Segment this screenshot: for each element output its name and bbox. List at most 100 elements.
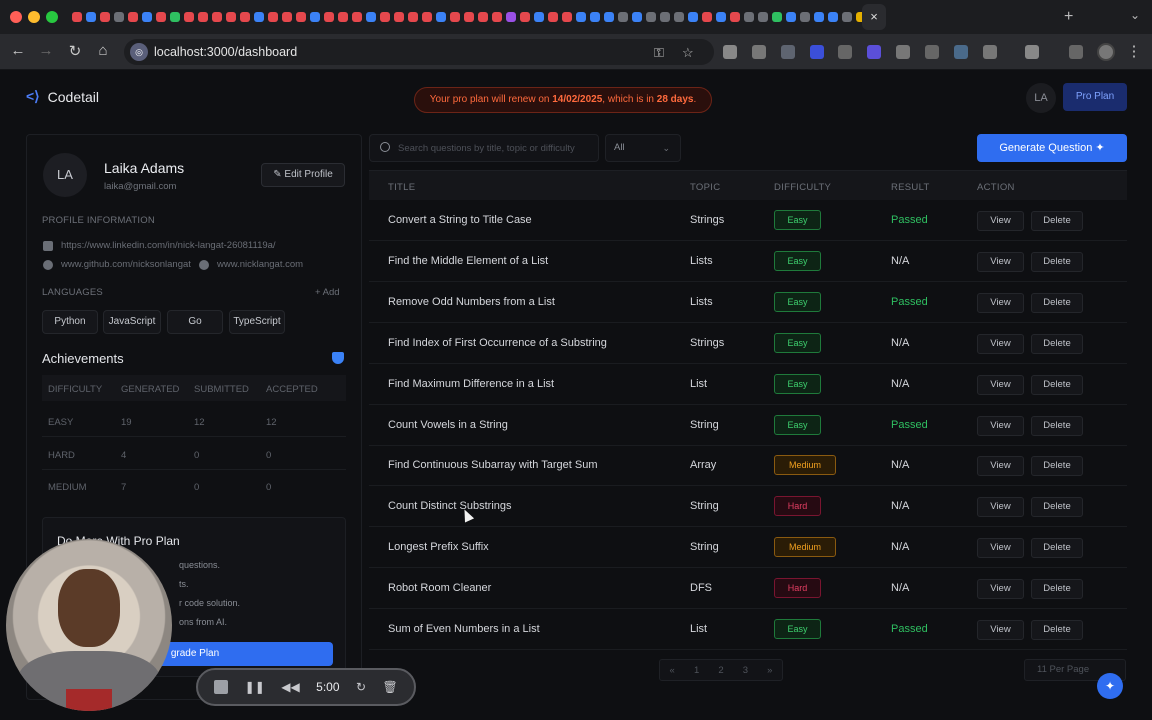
difficulty-filter-select[interactable]: All ⌄ [605,134,681,162]
tab-favicon-icon[interactable] [688,12,698,22]
page-button[interactable]: 3 [743,665,748,676]
tab-favicon-icon[interactable] [800,12,810,22]
reload-button[interactable]: ↻ [66,42,84,60]
table-row[interactable]: Find Index of First Occurrence of a Subs… [369,323,1127,364]
tab-favicon-icon[interactable] [590,12,600,22]
tab-favicon-icon[interactable] [226,12,236,22]
delete-button[interactable]: Delete [1031,579,1083,600]
view-button[interactable]: View [977,333,1024,354]
rewind-icon[interactable]: ◀◀ [281,680,299,694]
table-row[interactable]: Remove Odd Numbers from a List Lists Easy P… [369,282,1127,323]
tab-favicon-icon[interactable] [730,12,740,22]
tab-favicon-icon[interactable] [478,12,488,22]
app-logo[interactable]: <⟩ Codetail [26,88,99,105]
tab-favicon-icon[interactable] [156,12,166,22]
search-box[interactable]: Search questions by title, topic or diff… [369,134,599,162]
active-tab-close-button[interactable]: × [862,4,886,30]
maximize-window-button[interactable] [46,11,58,23]
tab-favicon-icon[interactable] [72,12,82,22]
github-url[interactable]: www.github.com/nicksonlangat [61,259,191,270]
tab-favicon-icon[interactable] [464,12,474,22]
forward-button[interactable]: → [37,42,55,59]
question-title[interactable]: Longest Prefix Suffix [388,541,489,553]
extension-icon[interactable] [781,45,795,59]
restart-icon[interactable]: ↻ [356,680,366,694]
question-title[interactable]: Remove Odd Numbers from a List [388,296,555,308]
last-page-button[interactable]: » [767,665,772,676]
language-pill[interactable]: Go [167,310,223,334]
tab-favicon-icon[interactable] [674,12,684,22]
tab-favicon-icon[interactable] [828,12,838,22]
tab-favicon-icon[interactable] [520,12,530,22]
language-pill[interactable]: Python [42,310,98,334]
tab-favicon-icon[interactable] [646,12,656,22]
tab-favicon-icon[interactable] [198,12,208,22]
table-row[interactable]: Find Maximum Difference in a List List Eas… [369,364,1127,405]
tab-favicon-icon[interactable] [772,12,782,22]
close-window-button[interactable] [10,11,22,23]
tab-favicon-icon[interactable] [632,12,642,22]
view-button[interactable]: View [977,579,1024,600]
user-avatar[interactable]: LA [1026,83,1056,113]
tab-favicon-icon[interactable] [660,12,670,22]
table-row[interactable]: Find the Middle Element of a List Lists Ea… [369,241,1127,282]
delete-button[interactable]: Delete [1031,251,1083,272]
tab-favicon-icon[interactable] [576,12,586,22]
tab-favicon-icon[interactable] [170,12,180,22]
tab-favicon-icon[interactable] [352,12,362,22]
table-row[interactable]: Count Distinct Substrings String Hard N/A Vi… [369,486,1127,528]
tab-favicon-icon[interactable] [618,12,628,22]
minimize-window-button[interactable] [28,11,40,23]
website-link[interactable]: www.nicklangat.com [199,259,303,270]
question-title[interactable]: Find the Middle Element of a List [388,255,548,267]
table-row[interactable]: Find Continuous Subarray with Target Sum… [369,445,1127,487]
view-button[interactable]: View [977,415,1024,436]
table-row[interactable]: Count Vowels in a String String Easy Passed… [369,405,1127,446]
tab-favicon-icon[interactable] [366,12,376,22]
tab-favicon-icon[interactable] [562,12,572,22]
extensions-puzzle-icon[interactable] [983,45,997,59]
tab-favicon-icon[interactable] [324,12,334,22]
delete-button[interactable]: Delete [1031,456,1083,477]
extension-icon[interactable] [925,45,939,59]
delete-button[interactable]: Delete [1031,333,1083,354]
tab-favicon-icon[interactable] [380,12,390,22]
media-icon[interactable] [1069,45,1083,59]
tab-favicon-icon[interactable] [702,12,712,22]
tab-favicon-icon[interactable] [142,12,152,22]
tab-favicon-icon[interactable] [184,12,194,22]
extension-icon[interactable] [867,45,881,59]
table-row[interactable]: Convert a String to Title Case Strings Eas… [369,200,1127,241]
delete-button[interactable]: Delete [1031,620,1083,640]
tab-favicon-icon[interactable] [436,12,446,22]
tab-favicon-icon[interactable] [408,12,418,22]
question-title[interactable]: Find Index of First Occurrence of a Subs… [388,337,607,349]
tab-favicon-icon[interactable] [492,12,502,22]
generate-question-button[interactable]: Generate Question ✦ [977,134,1127,162]
question-title[interactable]: Count Vowels in a String [388,419,508,431]
tab-favicon-icon[interactable] [100,12,110,22]
extension-icon[interactable] [838,45,852,59]
tab-favicon-icon[interactable] [548,12,558,22]
extension-icon[interactable] [723,45,737,59]
delete-button[interactable]: Delete [1031,374,1083,395]
view-button[interactable]: View [977,211,1024,231]
tab-favicon-icon[interactable] [422,12,432,22]
extension-icon[interactable] [896,45,910,59]
view-button[interactable]: View [977,538,1024,559]
tab-favicon-icon[interactable] [450,12,460,22]
language-pill[interactable]: JavaScript [103,310,161,334]
tab-favicon-icon[interactable] [758,12,768,22]
tab-favicon-icon[interactable] [506,12,516,22]
back-button[interactable]: ← [9,42,27,59]
tab-favicon-icon[interactable] [212,12,222,22]
tab-favicon-icon[interactable] [240,12,250,22]
home-button[interactable]: ⌂ [94,42,112,59]
site-info-icon[interactable]: ◎ [130,43,148,61]
question-title[interactable]: Find Maximum Difference in a List [388,378,554,390]
edit-profile-button[interactable]: ✎ Edit Profile [261,163,345,187]
page-button[interactable]: 1 [694,665,699,676]
tab-favicon-icon[interactable] [282,12,292,22]
language-pill[interactable]: TypeScript [229,310,285,334]
linkedin-link[interactable]: https://www.linkedin.com/in/nick-langat-… [43,240,276,251]
